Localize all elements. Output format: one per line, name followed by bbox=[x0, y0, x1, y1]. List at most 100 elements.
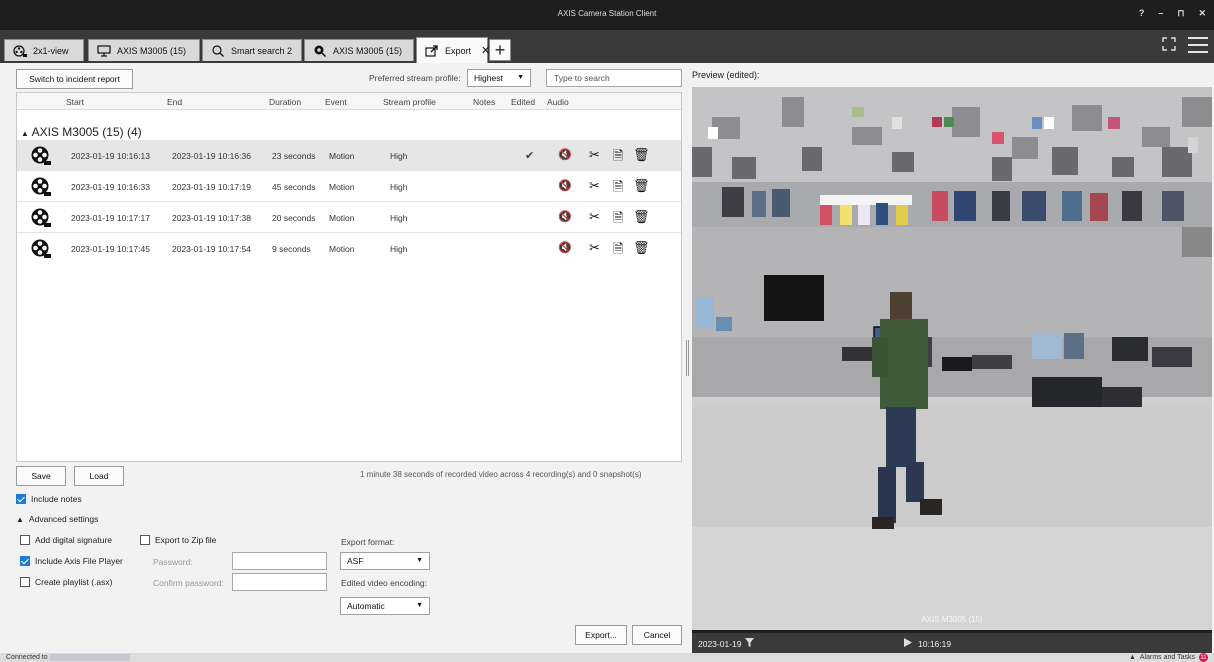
notes-icon[interactable]: 🗎 bbox=[613, 178, 623, 200]
col-audio[interactable]: Audio bbox=[547, 97, 569, 107]
preview-title: Preview (edited): bbox=[692, 70, 760, 80]
edit-video-icon[interactable]: ✂ bbox=[589, 209, 600, 225]
col-end[interactable]: End bbox=[167, 97, 182, 107]
include-notes-checkbox[interactable]: Include notes bbox=[16, 494, 82, 504]
save-button[interactable]: Save bbox=[16, 466, 66, 486]
cell-end: 2023-01-19 10:17:54 bbox=[172, 244, 251, 254]
cell-duration: 23 seconds bbox=[272, 151, 316, 161]
table-row[interactable]: 2023-01-19 10:17:45 2023-01-19 10:17:54 … bbox=[17, 233, 681, 264]
add-signature-checkbox[interactable]: Add digital signature bbox=[20, 535, 112, 545]
cell-stream: High bbox=[390, 182, 408, 192]
audio-muted-icon: 🔇 bbox=[558, 180, 572, 192]
include-player-checkbox[interactable]: Include Axis File Player bbox=[20, 556, 123, 566]
tab-bar: 2x1-view AXIS M3005 (15) Smart search 2 … bbox=[0, 30, 1214, 63]
stream-profile-select[interactable]: Highest ▼ bbox=[467, 69, 531, 87]
delete-icon[interactable]: 🗑 bbox=[633, 178, 650, 194]
search-input[interactable]: Type to search bbox=[546, 69, 682, 87]
film-reel-icon bbox=[31, 208, 51, 227]
checkbox-checked-icon bbox=[16, 494, 26, 504]
cell-start: 2023-01-19 10:17:45 bbox=[71, 244, 150, 254]
export-zip-checkbox[interactable]: Export to Zip file bbox=[140, 535, 216, 545]
confirm-password-label: Confirm password: bbox=[153, 578, 224, 588]
load-button[interactable]: Load bbox=[74, 466, 124, 486]
audio-muted-icon: 🔇 bbox=[558, 149, 572, 161]
playback-timeline[interactable]: 2023-01-19 10:16:19 bbox=[692, 630, 1212, 653]
notes-icon[interactable]: 🗎 bbox=[613, 209, 623, 231]
tab-export[interactable]: Export ✕ bbox=[416, 37, 490, 63]
cell-end: 2023-01-19 10:16:36 bbox=[172, 151, 251, 161]
panel-splitter[interactable] bbox=[686, 340, 689, 376]
notes-icon[interactable]: 🗎 bbox=[613, 240, 623, 262]
cell-start: 2023-01-19 10:17:17 bbox=[71, 213, 150, 223]
minimize-button[interactable]: – bbox=[1158, 8, 1163, 19]
col-notes[interactable]: Notes bbox=[473, 97, 495, 107]
help-button[interactable]: ? bbox=[1139, 8, 1145, 19]
tab-2x1-view[interactable]: 2x1-view bbox=[4, 39, 84, 61]
restore-button[interactable]: ⊓ bbox=[1177, 8, 1184, 19]
tab-smart-search[interactable]: Smart search 2 bbox=[202, 39, 302, 61]
filter-icon[interactable] bbox=[745, 638, 755, 649]
alarms-and-tasks[interactable]: ▲ Alarms and Tasks 11 bbox=[1129, 653, 1208, 662]
delete-icon[interactable]: 🗑 bbox=[633, 209, 650, 225]
delete-icon[interactable]: 🗑 bbox=[633, 240, 650, 256]
col-start[interactable]: Start bbox=[66, 97, 84, 107]
tab-label: Export bbox=[445, 45, 472, 56]
add-tab-button[interactable]: + bbox=[489, 39, 511, 61]
expand-up-icon: ▲ bbox=[1128, 654, 1136, 661]
edit-video-icon[interactable]: ✂ bbox=[589, 147, 600, 163]
timeline-time: 10:16:19 bbox=[904, 638, 951, 649]
switch-to-incident-report-button[interactable]: Switch to incident report bbox=[16, 69, 133, 89]
main-menu-icon[interactable] bbox=[1188, 37, 1208, 53]
password-field[interactable] bbox=[232, 552, 327, 570]
col-event[interactable]: Event bbox=[325, 97, 347, 107]
export-format-select[interactable]: ASF ▼ bbox=[340, 552, 430, 570]
table-row[interactable]: 2023-01-19 10:17:17 2023-01-19 10:17:38 … bbox=[17, 202, 681, 233]
timeline-progress[interactable] bbox=[692, 630, 1212, 633]
camera-group-header[interactable]: ▲ AXIS M3005 (15) (4) bbox=[21, 125, 142, 139]
edit-video-icon[interactable]: ✂ bbox=[589, 240, 600, 256]
collapse-triangle-icon: ▲ bbox=[16, 514, 24, 524]
cell-stream: High bbox=[390, 151, 408, 161]
fullscreen-icon[interactable] bbox=[1162, 37, 1176, 53]
export-icon bbox=[425, 44, 439, 57]
delete-icon[interactable]: 🗑 bbox=[633, 147, 650, 163]
camera-search-icon bbox=[313, 45, 327, 57]
tab-axis-m3005-search[interactable]: AXIS M3005 (15) bbox=[304, 39, 414, 61]
cell-event: Motion bbox=[329, 213, 355, 223]
stream-profile-value: Highest bbox=[474, 73, 503, 83]
cell-stream: High bbox=[390, 213, 408, 223]
search-placeholder: Type to search bbox=[554, 73, 610, 83]
export-button[interactable]: Export... bbox=[575, 625, 627, 645]
connection-status: Connected to bbox=[6, 654, 48, 661]
create-playlist-checkbox[interactable]: Create playlist (.asx) bbox=[20, 577, 112, 587]
tabbar-right-icons bbox=[1162, 37, 1208, 53]
col-stream-profile[interactable]: Stream profile bbox=[383, 97, 436, 107]
col-edited[interactable]: Edited bbox=[511, 97, 535, 107]
notes-icon[interactable]: 🗎 bbox=[613, 147, 623, 169]
checkbox-icon bbox=[20, 577, 30, 587]
tab-axis-m3005-live[interactable]: AXIS M3005 (15) bbox=[88, 39, 200, 61]
close-window-button[interactable]: ✕ bbox=[1198, 8, 1206, 19]
col-duration[interactable]: Duration bbox=[269, 97, 301, 107]
confirm-password-field[interactable] bbox=[232, 573, 327, 591]
tab-label: 2x1-view bbox=[33, 45, 69, 56]
status-bar: Connected to ▲ Alarms and Tasks 11 bbox=[0, 653, 1214, 662]
table-row[interactable]: 2023-01-19 10:16:13 2023-01-19 10:16:36 … bbox=[17, 140, 681, 171]
advanced-settings-toggle[interactable]: ▲ Advanced settings bbox=[16, 514, 98, 524]
cell-event: Motion bbox=[329, 182, 355, 192]
table-row[interactable]: 2023-01-19 10:16:33 2023-01-19 10:17:19 … bbox=[17, 171, 681, 202]
film-reel-icon bbox=[31, 146, 51, 165]
cell-duration: 45 seconds bbox=[272, 182, 316, 192]
play-icon[interactable] bbox=[904, 638, 912, 649]
cancel-button[interactable]: Cancel bbox=[632, 625, 682, 645]
edited-check-icon: ✔ bbox=[525, 150, 535, 162]
group-label: AXIS M3005 (15) (4) bbox=[31, 125, 142, 139]
password-label: Password: bbox=[153, 557, 193, 567]
encoding-select[interactable]: Automatic ▼ bbox=[340, 597, 430, 615]
video-preview[interactable]: AXIS M3005 (15) bbox=[692, 87, 1212, 630]
create-playlist-label: Create playlist (.asx) bbox=[35, 577, 113, 587]
table-header: Start End Duration Event Stream profile … bbox=[17, 93, 681, 110]
grid-view-icon bbox=[13, 44, 27, 57]
edit-video-icon[interactable]: ✂ bbox=[589, 178, 600, 194]
cell-start: 2023-01-19 10:16:33 bbox=[71, 182, 150, 192]
